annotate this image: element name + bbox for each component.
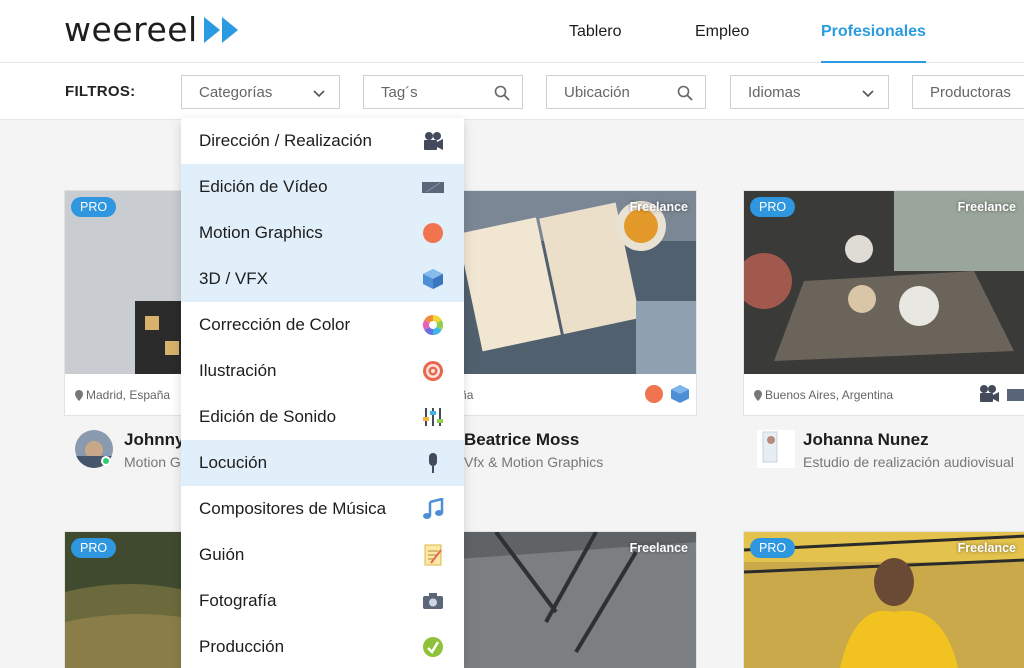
profile-name[interactable]: Johanna Nunez [803,430,929,450]
dropdown-item-motion-graphics[interactable]: Motion Graphics [181,210,464,256]
search-icon [494,85,510,101]
category-icons [644,384,690,404]
dropdown-item-label: Motion Graphics [199,223,323,242]
dropdown-item-label: Guión [199,545,245,564]
dropdown-item-label: Corrección de Color [199,315,351,334]
dropdown-item-fotografia[interactable]: Fotografía [181,578,464,624]
location-text: Madrid, España [86,388,171,402]
idiomas-dropdown[interactable]: Idiomas [730,75,889,109]
filters-label: FILTROS: [65,83,136,100]
idiomas-label: Idiomas [748,83,801,101]
profile-cover-image [744,191,1024,374]
freelance-badge: Freelance [957,541,1016,555]
profile-name[interactable]: Beatrice Moss [464,430,579,450]
notepad-icon [424,544,442,566]
search-icon [677,85,693,101]
dropdown-item-guion[interactable]: Guión [181,532,464,578]
freelance-badge: Freelance [629,200,688,214]
weereel-logo[interactable]: weereel [64,10,242,49]
camera-icon [423,593,443,609]
dropdown-item-label: Edición de Vídeo [199,177,328,196]
ubicacion-placeholder: Ubicación [564,83,630,101]
dropdown-item-ilustracion[interactable]: Ilustración [181,348,464,394]
dropdown-item-label: Producción [199,637,285,656]
dropdown-item-correccion-color[interactable]: Corrección de Color [181,302,464,348]
pro-badge: PRO [750,197,796,217]
dropdown-item-label: Dirección / Realización [199,131,372,150]
location-text: Buenos Aires, Argentina [765,388,894,402]
profile-subtitle: Vfx & Motion Graphics [464,454,604,470]
sliders-icon [423,408,443,426]
dropdown-item-edicion-sonido[interactable]: Edición de Sonido [181,394,464,440]
movie-camera-icon [424,132,443,150]
pro-badge: PRO [71,538,117,558]
video-editing-icon [1007,389,1024,401]
nav-profesionales[interactable]: Profesionales [821,0,926,63]
cube-icon [423,269,443,289]
chevron-down-icon [313,90,325,98]
target-icon [423,361,443,381]
dropdown-item-edicion-video[interactable]: Edición de Vídeo [181,164,464,210]
dropdown-item-label: 3D / VFX [199,269,268,288]
color-wheel-icon [422,314,444,336]
profile-card[interactable]: PRO Freelance [743,531,1024,668]
dropdown-item-direccion[interactable]: Dirección / Realización [181,118,464,164]
filter-bar: FILTROS: Categorías Tag´s Ubicación Idio… [0,63,1024,120]
profile-name[interactable]: Johnny [124,430,184,450]
dropdown-item-label: Edición de Sonido [199,407,337,426]
production-icon [423,637,443,657]
top-navigation-bar: weereel Tablero Empleo Profesionales [0,0,1024,63]
ubicacion-search-field[interactable]: Ubicación [546,75,706,109]
dropdown-item-compositores[interactable]: Compositores de Música [181,486,464,532]
orange-circle-icon [423,223,443,243]
freelance-badge: Freelance [629,541,688,555]
freelance-badge: Freelance [957,200,1016,214]
nav-tablero[interactable]: Tablero [569,0,621,63]
dropdown-item-locucion[interactable]: Locución [181,440,464,486]
profile-subtitle: Estudio de realización audiovisual [803,454,1014,470]
pro-badge: PRO [750,538,796,558]
movie-camera-icon [980,385,999,402]
cube-icon [671,385,689,403]
fast-forward-logo-icon [203,16,238,43]
dropdown-item-label: Compositores de Música [199,499,387,518]
tags-placeholder: Tag´s [381,83,418,101]
productoras-dropdown[interactable]: Productoras [912,75,1024,109]
location-pin-icon [754,389,762,401]
logo-text: weereel [64,10,198,49]
dropdown-item-label: Ilustración [199,361,277,380]
orange-circle-icon [645,385,663,403]
dropdown-item-3d-vfx[interactable]: 3D / VFX [181,256,464,302]
avatar[interactable] [757,430,795,468]
productoras-label: Productoras [930,83,1011,101]
location-pin-icon [75,389,83,401]
nav-empleo[interactable]: Empleo [695,0,749,63]
tags-search-field[interactable]: Tag´s [363,75,523,109]
categorias-dropdown-menu: Dirección / Realización Edición de Vídeo… [181,118,464,668]
category-icons [978,384,1024,404]
categorias-label: Categorías [199,83,273,101]
video-editing-icon [422,182,444,193]
profile-card[interactable]: PRO Freelance Buenos Aires, Argentina [743,190,1024,416]
online-status-indicator [101,456,111,466]
microphone-icon [429,453,437,473]
dropdown-item-produccion[interactable]: Producción [181,624,464,668]
pro-badge: PRO [71,197,117,217]
categorias-dropdown[interactable]: Categorías [181,75,340,109]
chevron-down-icon [862,90,874,98]
dropdown-item-label: Fotografía [199,591,277,610]
dropdown-item-label: Locución [199,453,268,472]
music-note-icon [423,498,444,519]
